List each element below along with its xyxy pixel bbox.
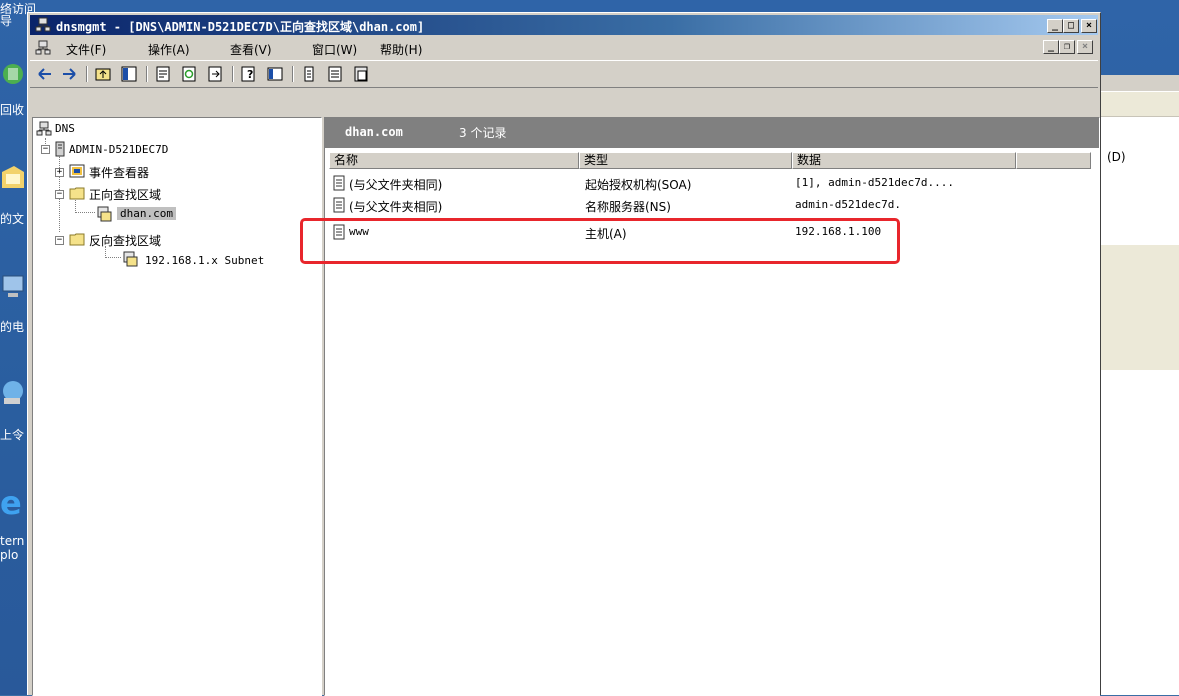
show-hide-tree-icon[interactable] (120, 65, 138, 83)
internet-explorer-icon[interactable]: e (0, 484, 26, 520)
column-header-type[interactable]: 类型 (579, 152, 792, 169)
close-button[interactable]: × (1081, 19, 1097, 33)
properties-icon[interactable] (154, 65, 172, 83)
tree-connector (105, 257, 121, 258)
console-icon[interactable] (266, 65, 284, 83)
record-type: 起始授权机构(SOA) (585, 178, 692, 192)
column-header-empty[interactable] (1016, 152, 1091, 169)
dns-root-icon (36, 121, 52, 136)
new-record-icon[interactable] (300, 65, 318, 83)
tree-item-dns[interactable]: DNS (55, 122, 75, 135)
forward-arrow-icon[interactable] (60, 65, 78, 83)
server-icon (55, 141, 65, 157)
refresh-icon[interactable] (180, 65, 198, 83)
record-data: admin-d521dec7d. (795, 198, 901, 211)
folder-icon (69, 233, 85, 246)
tree-item-event-viewer[interactable]: 事件查看器 (89, 164, 149, 181)
background-window-toolbar (1101, 92, 1179, 117)
desktop-label-documents: 的文 (0, 212, 25, 226)
toolbar-separator (86, 66, 88, 82)
record-count: 3 个记录 (459, 126, 507, 140)
records-pane: dhan.com 3 个记录 名称 类型 数据 (与父文件夹相同) 起始授权机构… (324, 117, 1100, 696)
tree-item-subnet[interactable]: 192.168.1.x Subnet (145, 254, 264, 267)
console-menu-icon[interactable] (35, 40, 51, 56)
reverse-zone-icon (123, 251, 138, 267)
toolbar-separator (146, 66, 148, 82)
mdi-restore-button[interactable]: ❐ (1059, 40, 1075, 54)
record-name: (与父文件夹相同) (349, 178, 443, 192)
menu-bar: 文件(F) 操作(A) 查看(V) 窗口(W) 帮助(H) _ ❐ × (30, 37, 1098, 59)
record-name: (与父文件夹相同) (349, 200, 443, 214)
desktop-label-recycle: 回收 (0, 103, 25, 117)
title-bar[interactable]: dnsmgmt - [DNS\ADMIN-D521DEC7D\正向查找区域\dh… (30, 15, 1098, 35)
toolbar-separator (292, 66, 294, 82)
record-icon (333, 175, 345, 191)
collapse-toggle[interactable]: − (55, 236, 64, 245)
zone-header-name: dhan.com (345, 125, 403, 139)
table-row[interactable]: (与父文件夹相同) 起始授权机构(SOA) [1], admin-d521dec… (329, 174, 1089, 192)
tree-connector (75, 212, 95, 213)
background-window-text: (D) (1107, 150, 1126, 164)
desktop-label-computer: 的电 (0, 320, 25, 334)
menu-action[interactable]: 操作(A) (148, 41, 190, 58)
svg-text:?: ? (247, 68, 253, 81)
desktop-label-internet: tern (0, 534, 25, 548)
column-header-data[interactable]: 数据 (792, 152, 1016, 169)
annotation-highlight-box (300, 218, 900, 264)
desktop-label-guide: 导 (0, 14, 13, 28)
event-viewer-icon (69, 164, 85, 178)
zone-icon (97, 206, 112, 222)
toolbar-separator (232, 66, 234, 82)
network-places-icon[interactable] (0, 376, 26, 412)
minimize-button[interactable]: _ (1047, 19, 1063, 33)
zone-header: dhan.com 3 个记录 (325, 118, 1099, 148)
help-icon[interactable]: ? (240, 65, 258, 83)
svg-text:e: e (0, 484, 22, 520)
mdi-minimize-button[interactable]: _ (1043, 40, 1059, 54)
menu-view[interactable]: 查看(V) (230, 41, 272, 58)
background-window-titlebar (1101, 75, 1179, 91)
menu-help[interactable]: 帮助(H) (380, 41, 422, 58)
folder-icon (69, 187, 85, 200)
menu-window[interactable]: 窗口(W) (312, 41, 357, 58)
menu-file[interactable]: 文件(F) (66, 41, 106, 58)
tree-item-server[interactable]: ADMIN-D521DEC7D (69, 143, 168, 156)
record-type: 名称服务器(NS) (585, 200, 671, 214)
other-record-icon[interactable] (352, 65, 370, 83)
mdi-close-button[interactable]: × (1077, 40, 1093, 54)
my-documents-icon[interactable] (0, 160, 26, 196)
expand-toggle[interactable]: + (55, 168, 64, 177)
tree-item-zone[interactable]: dhan.com (117, 207, 176, 220)
up-folder-icon[interactable] (94, 65, 112, 83)
desktop-label-explorer: plo (0, 548, 19, 562)
table-row[interactable]: (与父文件夹相同) 名称服务器(NS) admin-d521dec7d. (329, 196, 1089, 214)
recycle-bin-icon[interactable] (0, 60, 26, 96)
console-tree: DNS − ADMIN-D521DEC7D + 事件查看器 − 正向查找区域 d… (32, 117, 322, 696)
background-window: (D) (1100, 75, 1179, 695)
my-computer-icon[interactable] (0, 270, 26, 306)
column-header-name[interactable]: 名称 (329, 152, 579, 169)
collapse-toggle[interactable]: − (55, 190, 64, 199)
window-title: dnsmgmt - [DNS\ADMIN-D521DEC7D\正向查找区域\dh… (56, 20, 425, 34)
collapse-toggle[interactable]: − (41, 145, 50, 154)
tree-item-forward-zones[interactable]: 正向查找区域 (89, 186, 161, 203)
export-list-icon[interactable] (206, 65, 224, 83)
maximize-button[interactable]: □ (1063, 19, 1079, 33)
toolbar: ? (30, 60, 1098, 88)
record-icon (333, 197, 345, 213)
desktop-label-network-places: 上令 (0, 428, 25, 442)
background-window-panel (1101, 245, 1179, 370)
dns-app-icon (35, 17, 51, 32)
dns-manager-window: dnsmgmt - [DNS\ADMIN-D521DEC7D\正向查找区域\dh… (27, 12, 1101, 696)
back-arrow-icon[interactable] (36, 65, 54, 83)
new-record-alt-icon[interactable] (326, 65, 344, 83)
tree-item-reverse-zones[interactable]: 反向查找区域 (89, 232, 161, 249)
record-data: [1], admin-d521dec7d.... (795, 176, 954, 189)
